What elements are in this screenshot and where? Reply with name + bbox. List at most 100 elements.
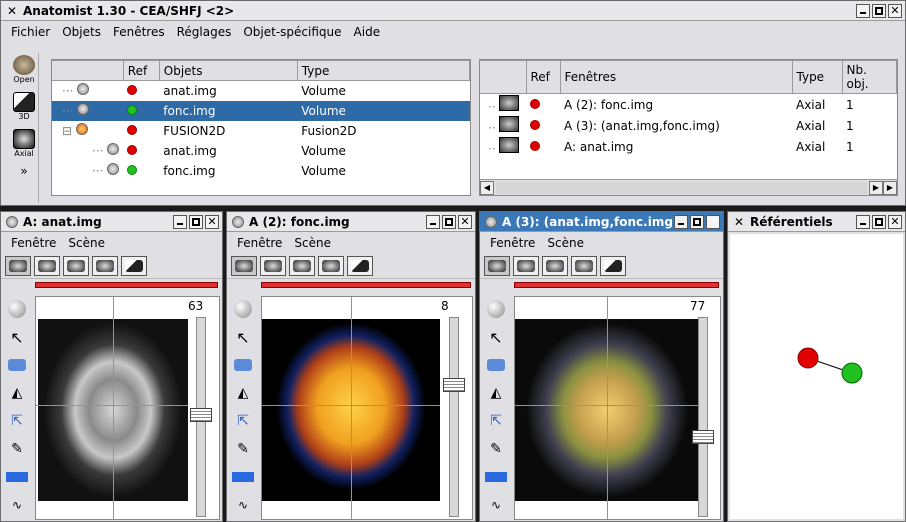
plane-tool-icon[interactable]: ◭ (4, 380, 30, 406)
maximize-button[interactable] (872, 3, 886, 18)
pointer-tool-icon[interactable]: ↖ (483, 324, 509, 350)
window-row[interactable]: ·· A (2): fonc.img Axial 1 (480, 94, 897, 116)
maximize-button[interactable] (690, 214, 704, 229)
object-row[interactable]: ··· anat.img Volume (52, 81, 470, 101)
plane-tool-icon[interactable]: ◭ (230, 380, 256, 406)
level-tool-icon[interactable] (230, 464, 256, 490)
pointer-tool-icon[interactable]: ↖ (4, 324, 30, 350)
menu-fichier[interactable]: Fichier (5, 25, 56, 39)
menu-scene[interactable]: Scène (62, 236, 111, 250)
referentials-titlebar[interactable]: ✕ Référentiels ✕ (728, 212, 905, 232)
sagittal-view-button[interactable] (289, 256, 315, 276)
select-tool-icon[interactable] (483, 352, 509, 378)
axes-tool-icon[interactable]: ⇱ (483, 408, 509, 434)
menu-reglages[interactable]: Réglages (171, 25, 238, 39)
col-objets[interactable]: Objets (158, 60, 298, 81)
3d-view-button[interactable] (347, 256, 373, 276)
col-ref[interactable]: Ref (122, 60, 160, 81)
3d-view-button[interactable] (121, 256, 147, 276)
level-tool-icon[interactable] (4, 464, 30, 490)
close-button[interactable]: ✕ (205, 214, 219, 229)
referentials-canvas[interactable] (730, 234, 903, 519)
oblique-view-button[interactable] (318, 256, 344, 276)
oblique-view-button[interactable] (571, 256, 597, 276)
open-button[interactable]: Open (9, 53, 39, 86)
minimize-button[interactable] (856, 214, 870, 229)
menu-fenetres[interactable]: Fenêtres (107, 25, 171, 39)
axial-view-button[interactable] (484, 256, 510, 276)
dyn-segment-tool-icon[interactable]: ∿ (4, 492, 30, 518)
select-tool-icon[interactable] (230, 352, 256, 378)
scroll-right-end-arrow-icon[interactable]: ▶ (883, 180, 897, 195)
col-type[interactable]: Type (791, 60, 843, 94)
window-row[interactable]: ·· A (3): (anat.img,fonc.img) Axial 1 (480, 115, 897, 136)
close-button[interactable]: ✕ (706, 214, 720, 229)
level-tool-icon[interactable] (483, 464, 509, 490)
coronal-view-button[interactable] (34, 256, 60, 276)
draw-tool-icon[interactable]: ✎ (230, 436, 256, 462)
axes-tool-icon[interactable]: ⇱ (230, 408, 256, 434)
axial-button[interactable]: Axial (9, 127, 39, 160)
minimize-button[interactable] (674, 214, 688, 229)
col-nb-obj[interactable]: Nb. obj. (841, 60, 897, 94)
slice-slider[interactable] (692, 317, 714, 517)
view-canvas[interactable]: 77 (514, 296, 721, 520)
dyn-segment-tool-icon[interactable]: ∿ (230, 492, 256, 518)
object-row[interactable]: ··· fonc.img Volume (52, 100, 470, 121)
object-row[interactable]: ··· anat.img Volume (52, 141, 470, 161)
referential-node-red[interactable] (797, 347, 819, 369)
maximize-button[interactable] (872, 214, 886, 229)
slice-slider-thumb[interactable] (443, 378, 465, 392)
3d-button[interactable]: 3D (9, 90, 39, 123)
close-button[interactable]: ✕ (458, 214, 472, 229)
draw-tool-icon[interactable]: ✎ (4, 436, 30, 462)
col-ref[interactable]: Ref (525, 60, 561, 94)
col-type[interactable]: Type (296, 60, 470, 81)
maximize-button[interactable] (442, 214, 456, 229)
pointer-tool-icon[interactable]: ↖ (230, 324, 256, 350)
plane-tool-icon[interactable]: ◭ (483, 380, 509, 406)
view-titlebar[interactable]: A: anat.img ✕ (1, 212, 222, 232)
menu-scene[interactable]: Scène (288, 236, 337, 250)
dyn-segment-tool-icon[interactable]: ∿ (483, 492, 509, 518)
scroll-right-arrow-icon[interactable]: ▶ (869, 180, 883, 195)
3d-view-button[interactable] (600, 256, 626, 276)
draw-tool-icon[interactable]: ✎ (483, 436, 509, 462)
slice-slider-thumb[interactable] (692, 430, 714, 444)
scroll-track[interactable] (496, 181, 867, 194)
oblique-view-button[interactable] (92, 256, 118, 276)
minimize-button[interactable] (173, 214, 187, 229)
view-canvas[interactable]: 8 (261, 296, 473, 520)
minimize-button[interactable] (426, 214, 440, 229)
axial-view-button[interactable] (231, 256, 257, 276)
menu-objets[interactable]: Objets (56, 25, 107, 39)
sagittal-view-button[interactable] (63, 256, 89, 276)
coronal-view-button[interactable] (513, 256, 539, 276)
menu-scene[interactable]: Scène (541, 236, 590, 250)
menu-objet-specifique[interactable]: Objet-spécifique (237, 25, 347, 39)
axes-tool-icon[interactable]: ⇱ (4, 408, 30, 434)
menu-fenetre[interactable]: Fenêtre (231, 236, 288, 250)
maximize-button[interactable] (189, 214, 203, 229)
window-row[interactable]: ·· A: anat.img Axial 1 (480, 136, 897, 157)
object-row[interactable]: ⊟ FUSION2D Fusion2D (52, 121, 470, 141)
main-titlebar[interactable]: ✕ Anatomist 1.30 - CEA/SHFJ <2> ✕ (1, 1, 905, 21)
axial-view-button[interactable] (5, 256, 31, 276)
minimize-button[interactable] (856, 3, 870, 18)
slice-slider-thumb[interactable] (190, 408, 212, 422)
sphere-tool-icon[interactable] (483, 296, 509, 322)
view-titlebar[interactable]: A (2): fonc.img ✕ (227, 212, 475, 232)
object-row[interactable]: ··· fonc.img Volume (52, 161, 470, 181)
menu-aide[interactable]: Aide (348, 25, 387, 39)
referential-node-green[interactable] (841, 362, 863, 384)
sphere-tool-icon[interactable] (4, 296, 30, 322)
sphere-tool-icon[interactable] (230, 296, 256, 322)
windows-hscrollbar[interactable]: ◀ ▶ ▶ (480, 179, 897, 195)
slice-slider[interactable] (443, 317, 465, 517)
select-tool-icon[interactable] (4, 352, 30, 378)
menu-fenetre[interactable]: Fenêtre (5, 236, 62, 250)
col-fenetres[interactable]: Fenêtres (559, 60, 793, 94)
menu-fenetre[interactable]: Fenêtre (484, 236, 541, 250)
close-button[interactable]: ✕ (888, 214, 902, 229)
more-tools-button[interactable]: » (9, 162, 39, 180)
